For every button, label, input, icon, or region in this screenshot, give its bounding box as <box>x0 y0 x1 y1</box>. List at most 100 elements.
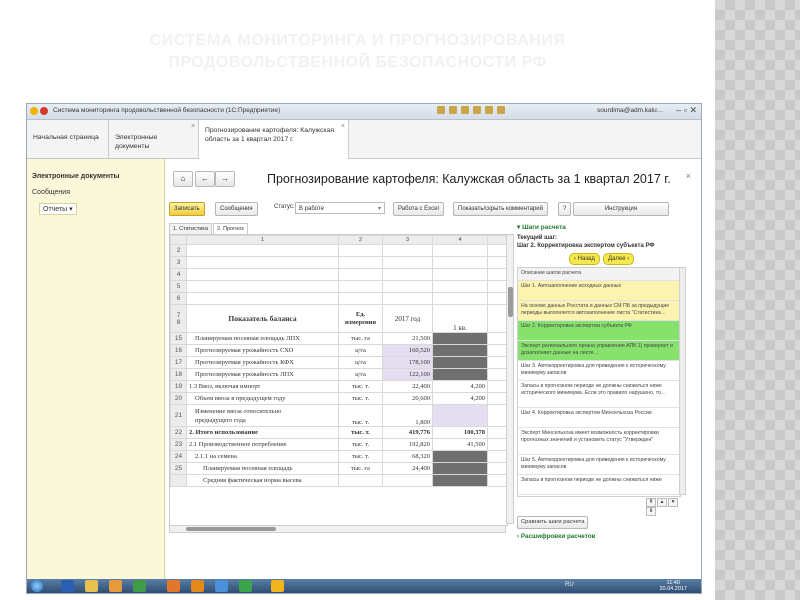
unit-cell[interactable]: тыс. га <box>338 332 383 345</box>
language-indicator[interactable]: RU <box>565 582 574 588</box>
window-controls[interactable]: – ▫ ✕ <box>676 105 697 116</box>
cell[interactable] <box>382 292 433 305</box>
internet-explorer-icon[interactable] <box>215 580 228 592</box>
q1-cell[interactable] <box>432 344 488 357</box>
cell[interactable] <box>432 256 488 269</box>
cell[interactable] <box>487 292 507 305</box>
move-bottom-icon[interactable]: ⇟ <box>646 507 656 516</box>
cell[interactable] <box>432 268 488 281</box>
spreadsheet[interactable]: 1 2 3 4 2 3 4 5 6 78 Показатель баланса … <box>169 234 508 526</box>
instruction-button[interactable]: Инструкция <box>573 202 669 216</box>
list-item[interactable]: Шаг 3. Автокорректировка для приведения … <box>518 361 680 381</box>
scroll-thumb[interactable] <box>186 527 276 531</box>
q1-cell[interactable] <box>432 356 488 369</box>
year-cell[interactable]: 1,800 <box>382 404 433 427</box>
search-icon[interactable] <box>484 106 493 114</box>
cell[interactable] <box>338 292 383 305</box>
unit-cell[interactable]: тыс. т. <box>338 404 383 427</box>
unit-cell[interactable]: тыс. га <box>338 462 383 475</box>
cell[interactable] <box>338 256 383 269</box>
media-player-icon[interactable] <box>109 580 122 592</box>
save-button[interactable]: Записать <box>169 202 205 216</box>
cell[interactable] <box>487 280 507 293</box>
cell[interactable] <box>186 268 339 281</box>
sidebar-item-messages[interactable]: Сообщения <box>32 189 70 196</box>
cell[interactable] <box>487 356 507 369</box>
cell[interactable] <box>432 292 488 305</box>
cell[interactable] <box>186 244 339 257</box>
cell[interactable] <box>487 392 507 405</box>
star-icon[interactable] <box>460 106 469 114</box>
cell[interactable] <box>432 244 488 257</box>
year-cell[interactable]: 68,320 <box>382 450 433 463</box>
tab-forecast-document[interactable]: Прогнозирование картофеля: Калужская обл… <box>199 120 349 159</box>
cell[interactable] <box>487 438 507 451</box>
header-indicator[interactable]: Показатель баланса <box>186 304 339 333</box>
move-down-icon[interactable]: ▾ <box>668 498 678 507</box>
q1-cell[interactable] <box>432 368 488 381</box>
year-cell[interactable]: 419,776 <box>382 426 433 439</box>
cell[interactable] <box>487 462 507 475</box>
app-menu-icon[interactable] <box>40 107 48 115</box>
close-icon[interactable]: × <box>686 171 691 181</box>
unit-cell[interactable]: тыс. т. <box>338 380 383 393</box>
list-item[interactable]: Эксперт регионального органа управления … <box>518 341 680 361</box>
q1-cell[interactable] <box>432 474 488 487</box>
list-item[interactable]: Шаг 2. Корректировка экспертом субъекта … <box>518 321 680 341</box>
year-cell[interactable]: 160,520 <box>382 344 433 357</box>
sidebar-item-reports[interactable]: Отчеты ▾ <box>39 203 77 215</box>
header-unit[interactable]: Ед. измерения <box>338 304 383 333</box>
back-arrow-button[interactable]: ← <box>195 171 215 187</box>
status-select[interactable]: В работе ▾ <box>295 202 385 214</box>
current-user[interactable]: sourdima@adm.kalu… <box>597 107 663 114</box>
1c-enterprise-icon[interactable] <box>271 580 284 592</box>
q1-cell[interactable]: 100,378 <box>432 426 488 439</box>
move-top-icon[interactable]: ⇞ <box>646 498 656 507</box>
indicator-cell[interactable]: Средняя фактическая норма высева <box>186 474 339 487</box>
cell[interactable] <box>186 256 339 269</box>
cell[interactable] <box>487 256 507 269</box>
messages-button[interactable]: Сообщения <box>215 202 258 216</box>
cell[interactable] <box>338 268 383 281</box>
indicator-cell[interactable]: 2. Итого использование <box>186 426 339 439</box>
steps-heading[interactable]: ▾ Шаги расчета <box>517 223 566 231</box>
list-item[interactable]: Эксперт Минсельхоза имеет возможность ко… <box>518 428 680 455</box>
year-cell[interactable]: 122,100 <box>382 368 433 381</box>
cell[interactable] <box>487 344 507 357</box>
calculator-icon[interactable] <box>496 106 505 114</box>
year-cell[interactable]: 24,400 <box>382 462 433 475</box>
list-item[interactable]: На основе данных Росстата и данных СМ ПБ… <box>518 301 680 321</box>
vertical-scrollbar[interactable] <box>506 234 514 524</box>
forward-arrow-button[interactable]: → <box>215 171 235 187</box>
indicator-cell[interactable]: Планируемая посевная площадь ЛПХ <box>186 332 339 345</box>
year-cell[interactable] <box>382 474 433 487</box>
year-cell[interactable]: 22,400 <box>382 380 433 393</box>
excel-icon[interactable] <box>133 580 146 592</box>
q1-cell[interactable] <box>432 462 488 475</box>
compare-steps-button[interactable]: Сравнить шаги расчета <box>517 516 589 529</box>
calendar-icon[interactable] <box>437 106 445 114</box>
tab-electronic-documents[interactable]: Электронные документы × <box>109 120 199 158</box>
q1-cell[interactable]: 4,200 <box>432 380 488 393</box>
cell[interactable] <box>338 280 383 293</box>
word-icon[interactable] <box>61 580 74 592</box>
firefox-icon[interactable] <box>167 580 180 592</box>
toggle-comment-button[interactable]: Показать/скрыть комментарий <box>453 202 548 216</box>
cell[interactable] <box>186 292 339 305</box>
header-year[interactable]: 2017 год <box>382 304 433 333</box>
q1-cell[interactable] <box>432 450 488 463</box>
column-header[interactable]: 2 <box>338 235 383 245</box>
list-item[interactable]: Запасы в прогнозном периоде не должны сн… <box>518 475 680 495</box>
list-item[interactable]: Шаг 5. Автокорректировка для приведения … <box>518 455 680 475</box>
indicator-cell[interactable]: 1.3 Ввоз, включая импорт <box>186 380 339 393</box>
cell[interactable] <box>432 280 488 293</box>
indicator-cell[interactable]: Прогнозируемая урожайность СХО <box>186 344 339 357</box>
close-icon[interactable]: × <box>341 122 345 131</box>
steps-scrollbar[interactable] <box>679 267 686 495</box>
cell[interactable] <box>382 256 433 269</box>
history-icon[interactable] <box>472 106 481 114</box>
year-cell[interactable]: 21,500 <box>382 332 433 345</box>
indicator-cell[interactable]: Прогнозируемая урожайность КФХ <box>186 356 339 369</box>
indicator-cell[interactable]: Объем ввоза в предыдущем году <box>186 392 339 405</box>
indicator-cell[interactable]: 2.1.1 на семена <box>186 450 339 463</box>
